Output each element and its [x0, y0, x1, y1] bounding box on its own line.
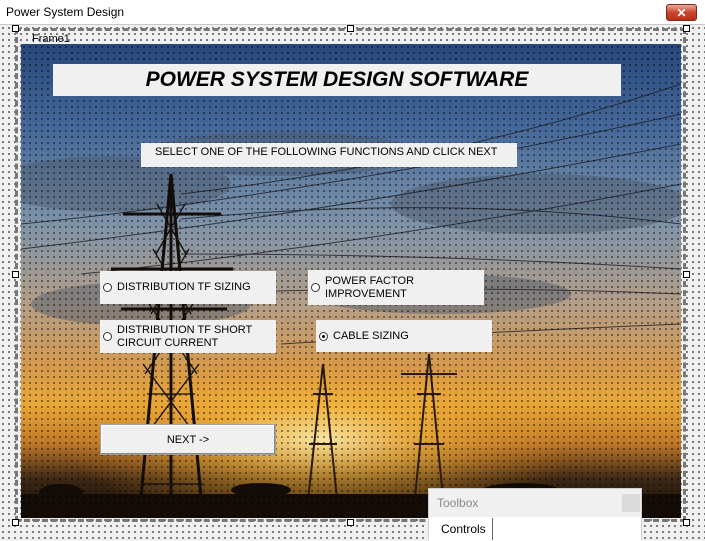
resize-handle-br[interactable] [683, 519, 690, 526]
toolbox-window[interactable]: Toolbox Controls [428, 488, 642, 541]
toolbox-close-button[interactable] [622, 494, 640, 512]
option-distribution-tf-short-circuit[interactable]: DISTRIBUTION TF SHORT CIRCUIT CURRENT [100, 320, 276, 353]
option-label: POWER FACTOR IMPROVEMENT [325, 274, 415, 300]
toolbox-title: Toolbox [437, 496, 479, 510]
radio-icon[interactable] [311, 283, 320, 292]
close-icon: ✕ [676, 5, 687, 20]
option-distribution-tf-sizing[interactable]: DISTRIBUTION TF SIZING [100, 271, 276, 304]
radio-icon[interactable] [319, 331, 328, 341]
radio-icon[interactable] [103, 332, 112, 341]
option-power-factor-improvement[interactable]: POWER FACTOR IMPROVEMENT [308, 270, 484, 305]
frame-caption: Frame1 [32, 33, 70, 45]
resize-handle-tl[interactable] [12, 25, 19, 32]
resize-handle-mr[interactable] [683, 271, 690, 278]
option-label: CABLE SIZING [333, 329, 409, 342]
resize-handle-ml[interactable] [12, 271, 19, 278]
resize-handle-tm[interactable] [347, 25, 354, 32]
heading-text: POWER SYSTEM DESIGN SOFTWARE [145, 68, 529, 91]
instruction-label: SELECT ONE OF THE FOLLOWING FUNCTIONS AN… [141, 143, 517, 167]
heading-label: POWER SYSTEM DESIGN SOFTWARE [53, 64, 621, 96]
tab-controls[interactable]: Controls [435, 518, 493, 540]
radio-icon[interactable] [103, 283, 112, 292]
window-close-button[interactable]: ✕ [666, 4, 697, 21]
next-button[interactable]: NEXT -> [100, 424, 276, 455]
option-label: DISTRIBUTION TF SHORT CIRCUIT CURRENT [117, 323, 253, 349]
instruction-text: SELECT ONE OF THE FOLLOWING FUNCTIONS AN… [155, 146, 498, 158]
option-cable-sizing[interactable]: CABLE SIZING [316, 320, 492, 352]
resize-handle-tr[interactable] [683, 25, 690, 32]
option-label: DISTRIBUTION TF SIZING [117, 281, 251, 293]
resize-handle-bm[interactable] [347, 519, 354, 526]
window-title: Power System Design [6, 5, 125, 19]
resize-handle-bl[interactable] [12, 519, 19, 526]
title-bar: Power System Design ✕ [0, 0, 705, 25]
